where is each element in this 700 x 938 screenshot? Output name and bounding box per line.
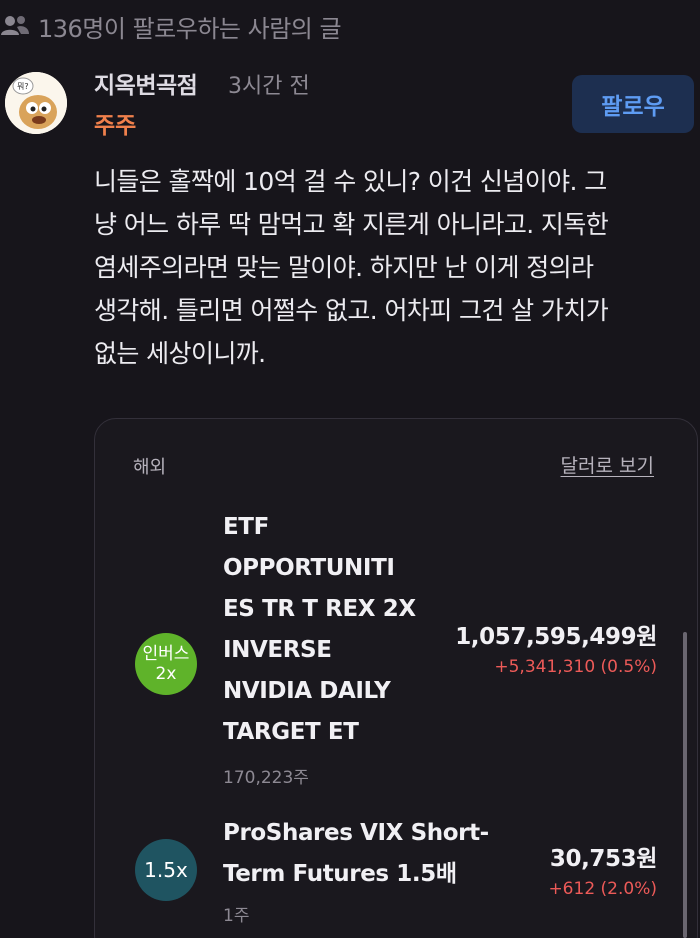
post-page: 136명이 팔로우하는 사람의 글 뭐? 지옥변곡점 3시간 전 주주 팔로우 … <box>0 0 700 938</box>
people-icon <box>1 16 29 35</box>
holding-name-line: NVIDIA DAILY <box>223 678 391 704</box>
view-in-dollars-link[interactable]: 달러로 보기 <box>561 451 654 478</box>
post-line: 냥 어느 하루 딱 맘먹고 확 지른게 아니라고. 지독한 <box>94 210 609 239</box>
leverage-1-5x-badge-icon: 1.5x <box>135 839 197 901</box>
post-line: 니들은 홀짝에 10억 걸 수 있니? 이건 신념이야. 그 <box>94 167 607 196</box>
followers-header: 136명이 팔로우하는 사람의 글 <box>0 6 342 46</box>
scrollbar[interactable] <box>683 632 687 938</box>
avatar-bubble-text: 뭐? <box>17 82 29 91</box>
inverse-2x-badge-icon: 인버스 2x <box>135 633 197 695</box>
holding-name-line: ProShares VIX Short- <box>223 820 489 846</box>
avatar[interactable]: 뭐? <box>5 72 67 134</box>
post-body: 니들은 홀짝에 10억 걸 수 있니? 이건 신념이야. 그 냥 어느 하루 딱… <box>94 160 688 375</box>
holding-name-line: ES TR T REX 2X <box>223 596 416 622</box>
holding-change: +612 (2.0%) <box>548 879 657 899</box>
holding-name-line: ETF <box>223 514 269 540</box>
badge-line: 2x <box>155 664 177 684</box>
holding-item[interactable]: 인버스 2x ETF OPPORTUNITI ES TR T REX 2X IN… <box>95 507 699 797</box>
holding-name: ETF OPPORTUNITI ES TR T REX 2X INVERSE N… <box>223 507 416 753</box>
post-time: 3시간 전 <box>228 74 310 99</box>
holding-name: ProShares VIX Short- Term Futures 1.5배 <box>223 813 489 895</box>
followers-text: 136명이 팔로우하는 사람의 글 <box>38 14 342 43</box>
author-badge: 주주 <box>94 113 137 139</box>
holding-value: 1,057,595,499원 <box>455 624 657 650</box>
avatar-character-icon: 뭐? <box>5 72 67 134</box>
holdings-card: 해외 달러로 보기 인버스 2x ETF OPPORTUNITI ES TR T… <box>94 418 698 938</box>
badge-line: 인버스 <box>142 644 190 664</box>
holding-item[interactable]: 1.5x ProShares VIX Short- Term Futures 1… <box>95 813 699 933</box>
author-name[interactable]: 지옥변곡점 <box>94 66 198 100</box>
holding-change: +5,341,310 (0.5%) <box>494 657 657 677</box>
follow-button[interactable]: 팔로우 <box>572 75 694 133</box>
post-line: 생각해. 틀리면 어쩔수 없고. 어차피 그건 살 가치가 <box>94 296 609 325</box>
holding-quantity: 170,223주 <box>223 768 309 788</box>
holding-name-line: Term Futures 1.5배 <box>223 861 457 887</box>
holding-name-line: OPPORTUNITI <box>223 555 395 581</box>
post-line: 없는 세상이니까. <box>94 339 266 368</box>
holding-value: 30,753원 <box>549 846 658 872</box>
holding-quantity: 1주 <box>223 906 250 926</box>
post-line: 염세주의라면 맞는 말이야. 하지만 난 이게 정의라 <box>94 253 594 282</box>
region-label: 해외 <box>133 457 167 478</box>
holding-name-line: INVERSE <box>223 637 332 663</box>
holding-name-line: TARGET ET <box>223 719 359 745</box>
badge-line: 1.5x <box>144 858 188 882</box>
